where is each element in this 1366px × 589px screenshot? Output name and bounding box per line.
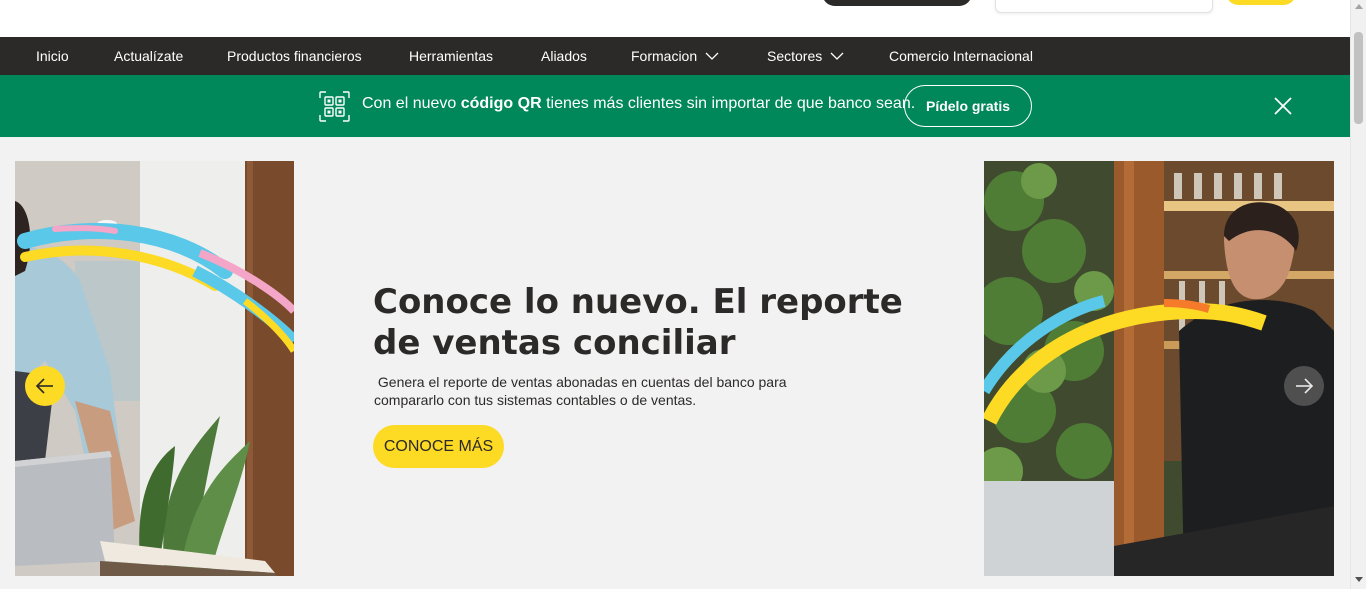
banner-text-bold: código QR	[460, 95, 542, 112]
header-dark-button[interactable]	[822, 0, 972, 6]
carousel-next-button[interactable]	[1284, 366, 1324, 406]
scrollbar-thumb[interactable]	[1354, 32, 1363, 124]
conoce-mas-button[interactable]: CONOCE MÁS	[373, 425, 504, 468]
page: Inicio Actualízate Productos financieros…	[0, 0, 1366, 589]
nav-item-inicio[interactable]: Inicio	[36, 37, 69, 75]
arrow-left-icon	[35, 378, 53, 394]
hero-description: Genera el reporte de ventas abonadas en …	[374, 374, 787, 408]
vertical-scrollbar[interactable]	[1350, 0, 1366, 589]
banner-message: Con el nuevo código QR tienes más client…	[362, 95, 915, 113]
main-nav: Inicio Actualízate Productos financieros…	[0, 37, 1350, 75]
button-label: CONOCE MÁS	[383, 437, 494, 455]
nav-item-actualizate[interactable]: Actualízate	[114, 37, 183, 75]
button-label: Pídelo gratis	[925, 98, 1011, 114]
nav-item-aliados[interactable]: Aliados	[541, 37, 587, 75]
header-search-box[interactable]	[995, 0, 1213, 13]
hero-carousel: Conoce lo nuevo. El reporte de ventas co…	[0, 137, 1350, 589]
person-laptop-photo	[15, 161, 294, 576]
banner-text-start: Con el nuevo	[362, 95, 461, 112]
nav-item-comercio-internacional[interactable]: Comercio Internacional	[889, 37, 1033, 75]
slide-image-left	[15, 161, 294, 576]
nav-item-label: Inicio	[36, 48, 69, 64]
carousel-prev-button[interactable]	[25, 366, 65, 406]
banner-text-end: tienes más clientes sin importar de que …	[541, 95, 916, 112]
nav-item-label: Herramientas	[409, 48, 494, 64]
chevron-down-icon	[830, 52, 844, 60]
arrow-right-icon	[1296, 378, 1314, 394]
top-header	[0, 0, 1350, 37]
pidelo-gratis-button[interactable]: Pídelo gratis	[904, 85, 1032, 127]
nav-item-label: Formacion	[631, 48, 698, 64]
nav-item-herramientas[interactable]: Herramientas	[409, 37, 493, 75]
nav-item-formacion[interactable]: Formacion	[631, 37, 719, 75]
scroll-up-arrow-icon[interactable]	[1355, 4, 1363, 9]
nav-item-label: Sectores	[767, 48, 823, 64]
promo-banner: Con el nuevo código QR tienes más client…	[0, 75, 1350, 137]
close-icon[interactable]	[1272, 95, 1294, 117]
scroll-down-arrow-icon[interactable]	[1355, 577, 1363, 582]
header-yellow-button[interactable]	[1226, 0, 1296, 5]
nav-item-label: Productos financieros	[227, 48, 362, 64]
nav-item-productos-financieros[interactable]: Productos financieros	[227, 37, 362, 75]
nav-item-label: Aliados	[541, 48, 587, 64]
hero-headline: Conoce lo nuevo. El reporte de ventas co…	[373, 282, 903, 363]
person-bar-photo	[984, 161, 1334, 576]
nav-item-label: Comercio Internacional	[889, 48, 1033, 64]
nav-item-sectores[interactable]: Sectores	[767, 37, 844, 75]
nav-item-label: Actualízate	[114, 48, 184, 64]
chevron-down-icon	[705, 52, 719, 60]
slide-image-right	[984, 161, 1334, 576]
qr-code-icon	[319, 91, 350, 122]
